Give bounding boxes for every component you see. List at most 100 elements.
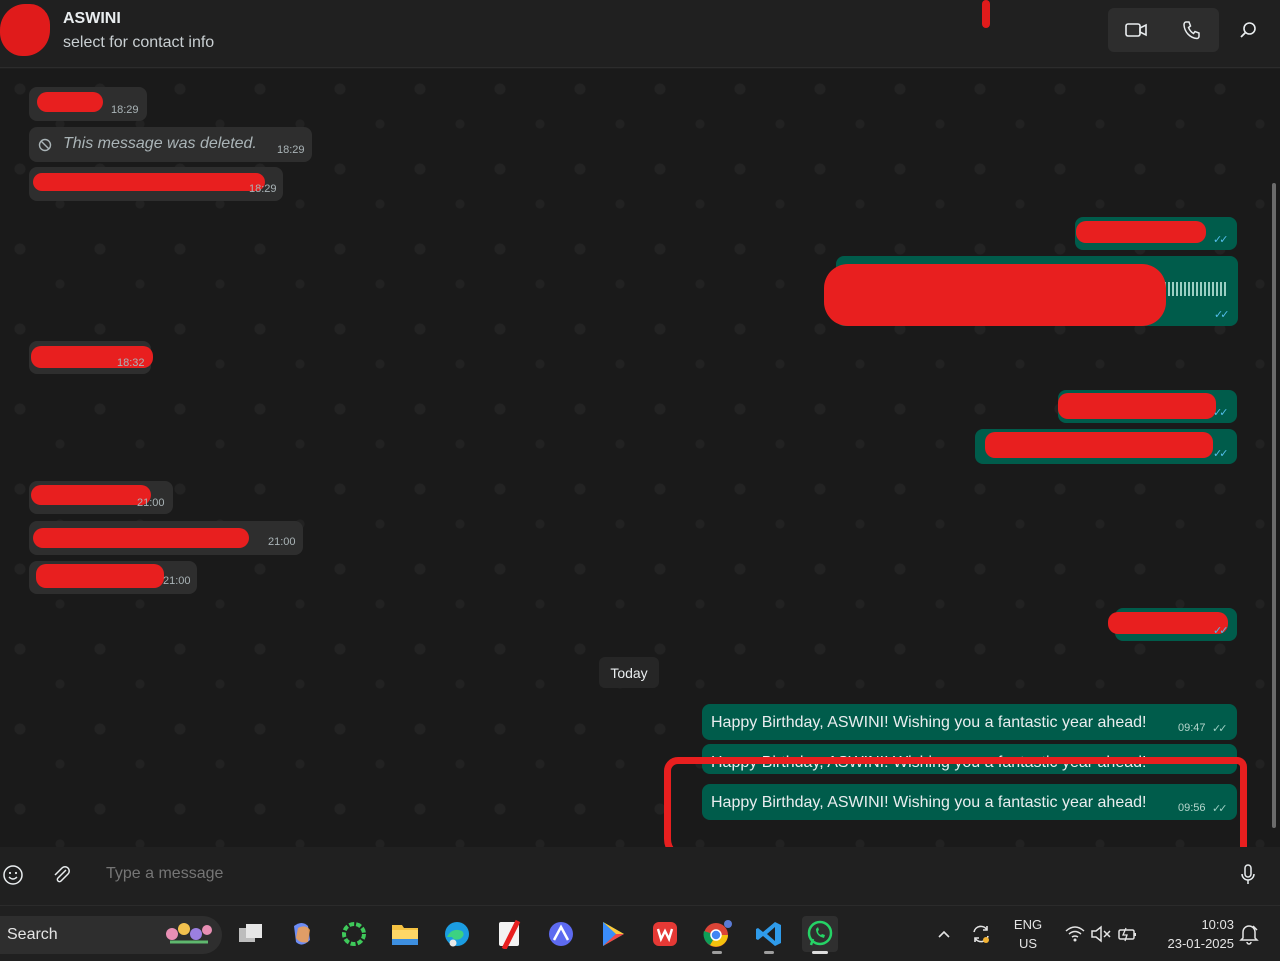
notepad-icon xyxy=(499,919,521,949)
outgoing-voice-message[interactable]: ✓✓ xyxy=(824,256,1238,326)
copilot-icon xyxy=(294,923,310,945)
redaction-scribble xyxy=(33,528,249,548)
volume-muted-icon xyxy=(1091,925,1111,943)
emoji-button[interactable] xyxy=(0,862,26,888)
taskbar-edge[interactable] xyxy=(439,916,475,952)
message-time: 18:29 xyxy=(111,104,139,116)
voice-record-button[interactable] xyxy=(1235,862,1261,888)
incoming-message[interactable]: 21:00 xyxy=(29,561,197,594)
redaction-scribble xyxy=(33,173,265,191)
taskbar-app-arrow[interactable] xyxy=(543,916,579,952)
vscode-icon xyxy=(756,922,781,946)
flowers-icon xyxy=(166,923,212,944)
read-receipt-icon: ✓✓ xyxy=(1213,448,1229,460)
task-view-icon xyxy=(239,924,262,942)
play-store-icon xyxy=(603,922,624,946)
taskbar-search-box[interactable]: Search xyxy=(0,916,222,954)
taskbar-play-store[interactable] xyxy=(595,916,631,952)
voice-call-button[interactable] xyxy=(1163,8,1218,52)
date-separator: Today xyxy=(599,657,659,688)
running-indicator xyxy=(712,951,722,954)
redaction-scribble xyxy=(985,432,1213,458)
contact-info-hint[interactable]: select for contact info xyxy=(63,34,214,52)
paperclip-icon xyxy=(54,866,70,883)
read-receipt-icon: ✓✓ xyxy=(1212,723,1228,735)
outgoing-message[interactable]: ✓✓ xyxy=(1058,390,1237,423)
blocked-icon xyxy=(38,138,52,152)
active-indicator xyxy=(812,951,828,954)
contact-avatar[interactable] xyxy=(0,4,50,56)
tray-show-hidden-icons[interactable] xyxy=(927,916,961,952)
incoming-message-deleted[interactable]: This message was deleted. 18:29 xyxy=(29,127,312,162)
tray-sync[interactable] xyxy=(964,916,998,952)
message-time: 18:32 xyxy=(117,357,145,369)
windows-taskbar: Search ENG US 10:03 23-01-2025 xyxy=(0,905,1280,961)
message-input[interactable] xyxy=(106,865,1186,883)
taskbar-task-view[interactable] xyxy=(233,916,269,952)
incoming-message[interactable]: 21:00 xyxy=(29,481,173,514)
incoming-message[interactable]: 18:32 xyxy=(29,341,153,374)
green-ring-icon xyxy=(342,922,366,946)
wifi-icon xyxy=(1065,926,1085,942)
redaction-scribble xyxy=(1076,221,1206,243)
outgoing-message[interactable]: ✓✓ xyxy=(975,429,1237,464)
chrome-icon xyxy=(703,920,732,947)
taskbar-search-label: Search xyxy=(7,926,58,943)
redaction-scribble xyxy=(36,564,164,588)
search-chat-button[interactable] xyxy=(1230,12,1266,48)
taskbar-chrome[interactable] xyxy=(699,916,735,954)
system-clock[interactable]: 10:03 23-01-2025 xyxy=(1152,917,1235,951)
redaction-scribble xyxy=(37,92,103,112)
taskbar-file-explorer[interactable] xyxy=(387,916,423,952)
notification-center[interactable] xyxy=(1234,916,1264,952)
incoming-message[interactable]: 18:29 xyxy=(29,87,147,121)
message-composer xyxy=(0,847,1280,905)
red-annotation-circle xyxy=(664,757,1247,861)
clock-time: 10:03 xyxy=(1201,917,1234,932)
message-time: 21:00 xyxy=(137,497,165,509)
read-receipt-icon: ✓✓ xyxy=(1213,625,1229,637)
edge-browser-icon xyxy=(445,922,469,947)
message-text: Happy Birthday, ASWINI! Wishing you a fa… xyxy=(711,714,1147,731)
deleted-message-text: This message was deleted. xyxy=(63,135,257,152)
red-annotation-mark xyxy=(982,0,990,28)
read-receipt-icon: ✓✓ xyxy=(1213,407,1229,419)
incoming-message[interactable]: 18:29 xyxy=(29,167,283,201)
message-time: 09:47 xyxy=(1178,722,1206,734)
sync-icon xyxy=(973,925,989,943)
taskbar-wps-office[interactable] xyxy=(647,916,683,952)
phone-icon xyxy=(1182,21,1200,40)
tray-network-volume-battery[interactable] xyxy=(1058,916,1144,952)
running-indicator xyxy=(764,951,774,954)
folder-icon xyxy=(392,925,418,945)
read-receipt-icon: ✓✓ xyxy=(1213,234,1229,246)
contact-name[interactable]: ASWINI xyxy=(63,10,121,28)
outgoing-message[interactable]: ✓✓ xyxy=(1075,217,1237,250)
message-time: 18:29 xyxy=(249,183,277,195)
taskbar-app-ring[interactable] xyxy=(336,916,372,952)
battery-charging-icon xyxy=(1118,927,1136,942)
whatsapp-icon xyxy=(807,920,833,946)
taskbar-whatsapp[interactable] xyxy=(802,916,838,954)
smiley-icon xyxy=(3,865,23,885)
chat-scrollbar[interactable] xyxy=(1272,183,1276,828)
taskbar-copilot[interactable] xyxy=(284,916,320,952)
input-language[interactable]: ENG US xyxy=(1008,917,1048,951)
clock-date: 23-01-2025 xyxy=(1167,936,1235,951)
read-receipt-icon: ✓✓ xyxy=(1214,309,1230,321)
language-code: ENG xyxy=(1013,917,1043,932)
taskbar-vscode[interactable] xyxy=(751,916,787,954)
microphone-icon xyxy=(1241,864,1255,884)
attach-button[interactable] xyxy=(49,862,75,888)
redaction-scribble xyxy=(1108,612,1228,634)
chat-header: ASWINI select for contact info xyxy=(0,0,1280,68)
taskbar-notepad[interactable] xyxy=(491,916,527,952)
incoming-message[interactable]: 21:00 xyxy=(29,521,303,555)
message-time: 21:00 xyxy=(268,536,296,548)
redaction-scribble xyxy=(824,264,1166,326)
outgoing-message[interactable]: Happy Birthday, ASWINI! Wishing you a fa… xyxy=(702,704,1237,740)
notification-bell-icon xyxy=(1239,925,1259,945)
outgoing-message[interactable]: ✓✓ xyxy=(1108,608,1237,641)
video-call-button[interactable] xyxy=(1108,8,1163,52)
call-button-group xyxy=(1108,8,1219,52)
